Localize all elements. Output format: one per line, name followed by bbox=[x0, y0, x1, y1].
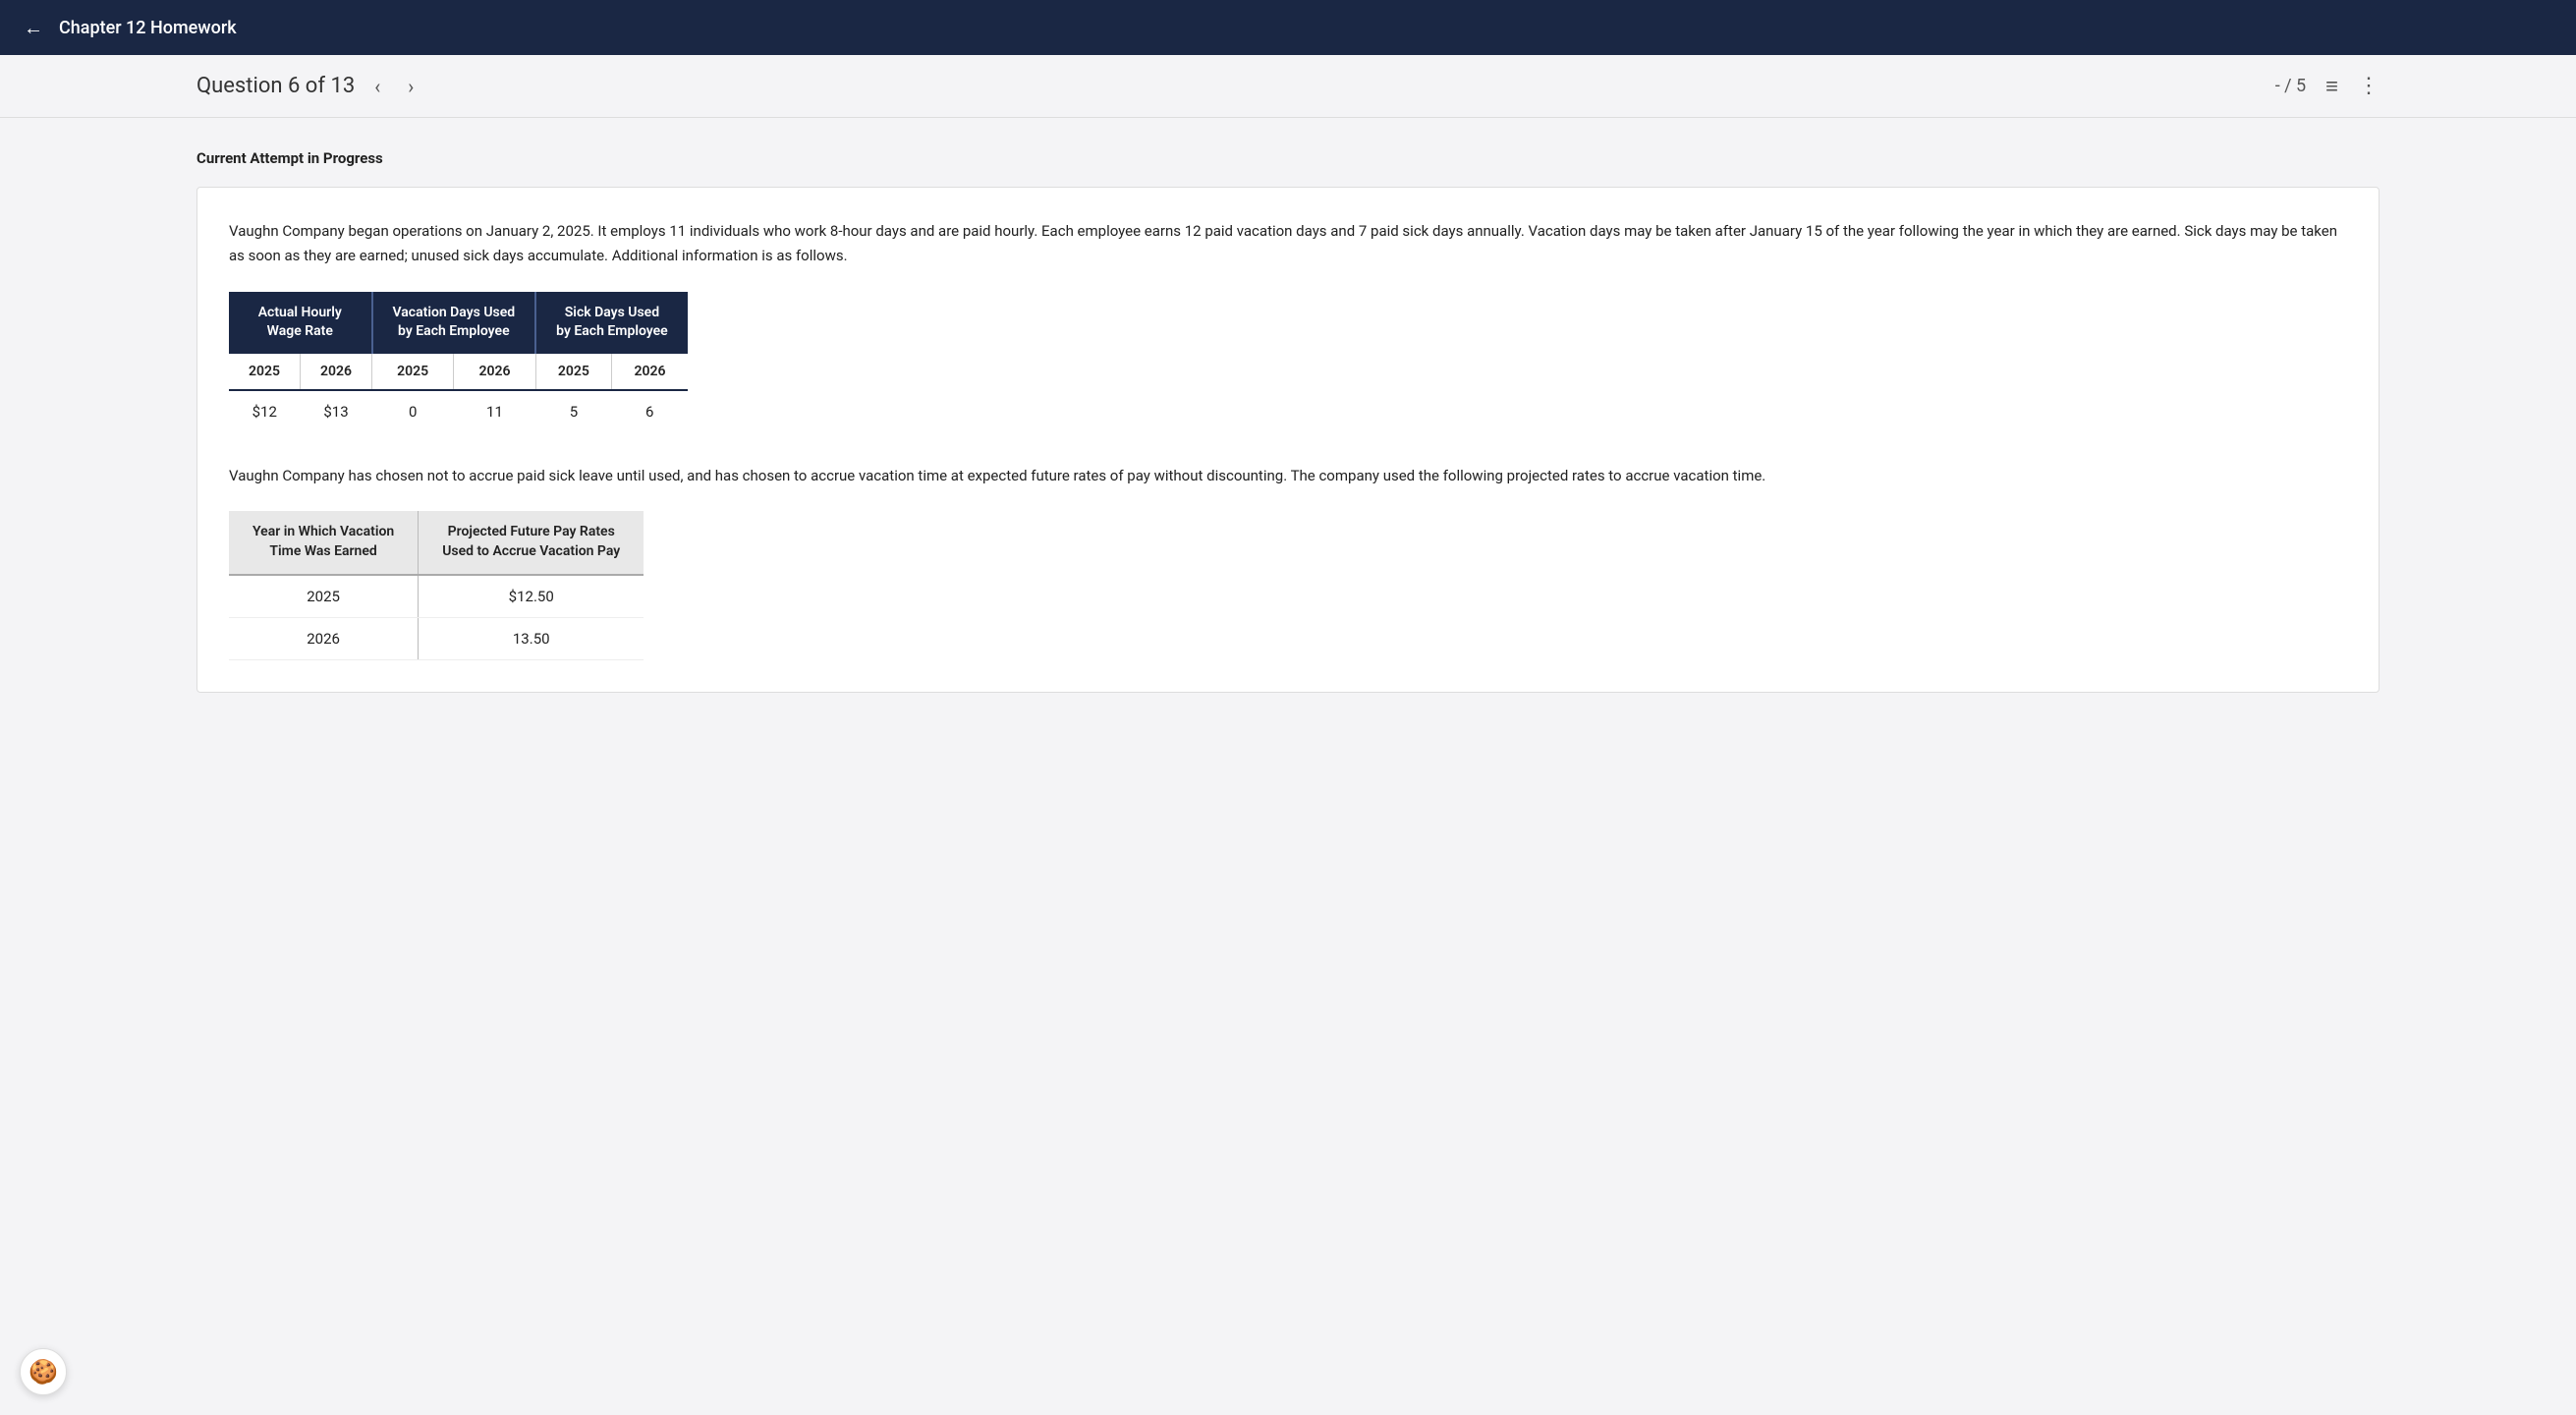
table-row: 2025 $12.50 bbox=[229, 575, 644, 618]
table1-subheader-row: 2025 2026 2025 2026 2025 2026 bbox=[229, 354, 688, 390]
more-options-icon[interactable]: ⋮ bbox=[2358, 74, 2380, 98]
table2-rate-2: 13.50 bbox=[419, 617, 644, 659]
back-button[interactable]: ← bbox=[24, 16, 43, 40]
nav-title: Chapter 12 Homework bbox=[59, 18, 237, 38]
subheader-2026-sick: 2026 bbox=[612, 354, 688, 390]
subheader-2026-wage: 2026 bbox=[301, 354, 372, 390]
vacation-2026: 11 bbox=[454, 390, 535, 432]
table-row: 2026 13.50 bbox=[229, 617, 644, 659]
question-header: Question 6 of 13 ‹ › - / 5 ≡ ⋮ bbox=[0, 55, 2576, 118]
data-table-2: Year in Which VacationTime Was Earned Pr… bbox=[229, 511, 644, 659]
cookie-icon: 🍪 bbox=[28, 1358, 58, 1386]
cookie-button[interactable]: 🍪 bbox=[20, 1348, 67, 1395]
question-paragraph-1: Vaughn Company began operations on Janua… bbox=[229, 219, 2347, 268]
subheader-2025-vacation: 2025 bbox=[372, 354, 454, 390]
question-label: Question 6 of 13 bbox=[196, 74, 355, 98]
subheader-2026-vacation: 2026 bbox=[454, 354, 535, 390]
subheader-2025-sick: 2025 bbox=[535, 354, 612, 390]
table2-year-1: 2025 bbox=[229, 575, 419, 618]
wage-2026: $13 bbox=[301, 390, 372, 432]
main-content: Current Attempt in Progress Vaughn Compa… bbox=[0, 118, 2576, 724]
prev-question-button[interactable]: ‹ bbox=[366, 71, 388, 102]
table1-header-wage: Actual HourlyWage Rate bbox=[229, 292, 372, 354]
score-label: - / 5 bbox=[2275, 76, 2306, 96]
data-table-1: Actual HourlyWage Rate Vacation Days Use… bbox=[229, 292, 688, 432]
table1-header-vacation: Vacation Days Usedby Each Employee bbox=[372, 292, 536, 354]
table2-col2-header: Projected Future Pay RatesUsed to Accrue… bbox=[419, 511, 644, 574]
vacation-2025: 0 bbox=[372, 390, 454, 432]
question-paragraph-2: Vaughn Company has chosen not to accrue … bbox=[229, 464, 2347, 488]
question-card: Vaughn Company began operations on Janua… bbox=[196, 187, 2380, 693]
wage-2025: $12 bbox=[229, 390, 301, 432]
sick-2026: 6 bbox=[612, 390, 688, 432]
sick-2025: 5 bbox=[535, 390, 612, 432]
question-nav: Question 6 of 13 ‹ › bbox=[196, 71, 421, 102]
header-right: - / 5 ≡ ⋮ bbox=[2275, 74, 2380, 99]
list-icon[interactable]: ≡ bbox=[2325, 74, 2338, 99]
table2-year-2: 2026 bbox=[229, 617, 419, 659]
next-question-button[interactable]: › bbox=[400, 71, 421, 102]
subheader-2025-wage: 2025 bbox=[229, 354, 301, 390]
table2-col1-header: Year in Which VacationTime Was Earned bbox=[229, 511, 419, 574]
attempt-status: Current Attempt in Progress bbox=[196, 149, 2380, 167]
table1-header-sick: Sick Days Usedby Each Employee bbox=[535, 292, 688, 354]
table2-rate-1: $12.50 bbox=[419, 575, 644, 618]
table1-data-row: $12 $13 0 11 5 6 bbox=[229, 390, 688, 432]
top-nav: ← Chapter 12 Homework bbox=[0, 0, 2576, 55]
